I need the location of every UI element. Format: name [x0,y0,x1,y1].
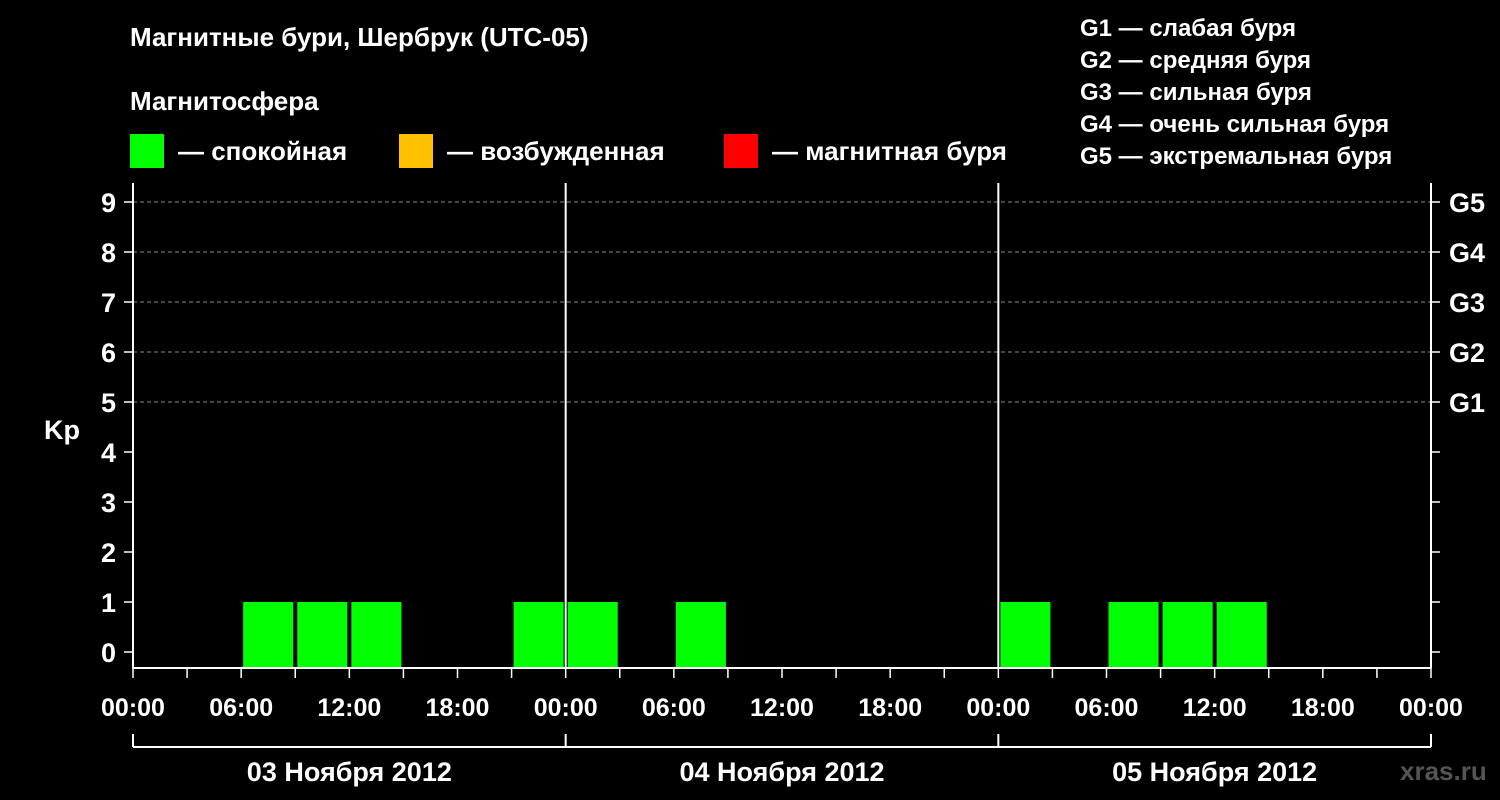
kp-bar [1000,602,1051,668]
x-tick-label: 18:00 [858,694,922,722]
x-tick-label: 18:00 [426,694,490,722]
legend-swatch-quiet [130,134,164,168]
legend-swatch-storm [724,134,758,168]
x-tick-label: 06:00 [209,694,273,722]
y-tick-label: 1 [101,588,116,618]
x-tick-label: 18:00 [1291,694,1355,722]
legend-item-storm: — магнитная буря [724,134,1007,168]
g-level-label: G1 [1449,388,1485,418]
x-tick-label: 00:00 [534,694,598,722]
x-tick-label: 12:00 [1183,694,1247,722]
x-tick-label: 06:00 [642,694,706,722]
y-tick-label: 4 [101,438,116,468]
kp-bar [243,602,294,668]
kp-bar [351,602,402,668]
x-tick-label: 00:00 [101,694,165,722]
day-label: 03 Ноября 2012 [247,757,452,787]
y-tick-label: 0 [101,638,116,668]
legend-swatch-disturbed [399,134,433,168]
x-tick-label: 06:00 [1075,694,1139,722]
y-tick-label: 5 [101,388,116,418]
kp-bar [1162,602,1213,668]
y-tick-label: 7 [101,288,116,318]
y-tick-label: 6 [101,338,116,368]
y-tick-label: 3 [101,488,116,518]
y-tick-label: 8 [101,238,116,268]
legend-label-storm: — магнитная буря [772,135,1007,166]
storm-level-list: G1 — слабая буря G2 — средняя буря G3 — … [1080,13,1392,173]
x-tick-label: 00:00 [1399,694,1463,722]
kp-bar [1108,602,1159,668]
storm-level-g5: G5 — экстремальная буря [1080,143,1393,170]
day-label: 05 Ноября 2012 [1112,757,1317,787]
storm-level-g2: G2 — средняя буря [1080,47,1311,74]
y-tick-label: 9 [101,188,116,218]
legend-label-disturbed: — возбужденная [447,135,665,166]
storm-level-g4: G4 — очень сильная буря [1080,111,1390,138]
day-label: 04 Ноября 2012 [679,757,884,787]
storm-level-g1: G1 — слабая буря [1080,15,1297,42]
g-level-label: G4 [1449,238,1485,268]
chart-title: Магнитные бури, Шербрук (UTC-05) [130,22,589,52]
kp-bar [567,602,618,668]
g-level-label: G3 [1449,288,1485,318]
x-tick-label: 00:00 [966,694,1030,722]
chart-subtitle: Магнитосфера [130,86,319,116]
x-tick-label: 12:00 [317,694,381,722]
legend-item-disturbed: — возбужденная [399,134,665,168]
g-level-label: G2 [1449,338,1485,368]
y-tick-label: 2 [101,538,116,568]
kp-bar [297,602,348,668]
legend-item-quiet: — спокойная [130,134,347,168]
kp-bar [675,602,726,668]
g-level-label: G5 [1449,188,1485,218]
x-tick-label: 12:00 [750,694,814,722]
kp-bar [1216,602,1267,668]
storm-level-g3: G3 — сильная буря [1080,79,1312,106]
legend-label-quiet: — спокойная [178,135,348,166]
y-axis-label: Kp [44,415,80,445]
kp-bar [513,602,564,668]
watermark: xras.ru [1400,756,1487,786]
